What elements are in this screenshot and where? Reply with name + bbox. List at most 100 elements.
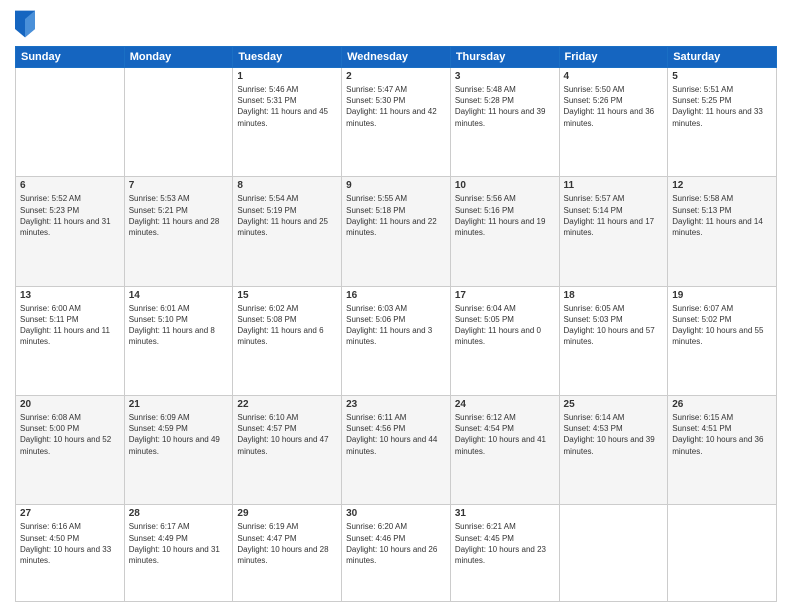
day-number: 25 <box>564 399 664 410</box>
weekday-header: Sunday <box>16 47 125 68</box>
calendar-cell: 11Sunrise: 5:57 AM Sunset: 5:14 PM Dayli… <box>559 177 668 286</box>
weekday-header: Thursday <box>450 47 559 68</box>
calendar-cell: 17Sunrise: 6:04 AM Sunset: 5:05 PM Dayli… <box>450 286 559 395</box>
day-number: 6 <box>20 180 120 191</box>
cell-content: Sunrise: 6:17 AM Sunset: 4:49 PM Dayligh… <box>129 521 229 566</box>
calendar-cell: 23Sunrise: 6:11 AM Sunset: 4:56 PM Dayli… <box>342 396 451 505</box>
day-number: 15 <box>237 290 337 301</box>
day-number: 26 <box>672 399 772 410</box>
calendar-cell: 2 Sunrise: 5:47 AM Sunset: 5:30 PM Daylig… <box>342 68 451 177</box>
day-number: 17 <box>455 290 555 301</box>
calendar-cell: 13 Sunrise: 6:00 AM Sunset: 5:11 PM Dayli… <box>16 286 125 395</box>
day-number: 16 <box>346 290 446 301</box>
calendar-cell: 12 Sunrise: 5:58 AM Sunset: 5:13 PM Dayli… <box>668 177 777 286</box>
weekday-header: Tuesday <box>233 47 342 68</box>
cell-content: Sunrise: 5:47 AM Sunset: 5:30 PM Dayligh… <box>346 84 446 129</box>
cell-content: Sunrise: 6:15 AM Sunset: 4:51 PM Dayligh… <box>672 412 772 457</box>
logo-icon <box>15 10 35 38</box>
day-number: 29 <box>237 508 337 519</box>
weekday-header: Wednesday <box>342 47 451 68</box>
weekday-header: Friday <box>559 47 668 68</box>
calendar-cell: 26 Sunrise: 6:15 AM Sunset: 4:51 PM Dayli… <box>668 396 777 505</box>
cell-content: Sunrise: 6:07 AM Sunset: 5:02 PM Dayligh… <box>672 303 772 348</box>
cell-content: Sunrise: 6:08 AM Sunset: 5:00 PM Dayligh… <box>20 412 120 457</box>
calendar-cell: 27 Sunrise: 6:16 AM Sunset: 4:50 PM Dayli… <box>16 505 125 602</box>
cell-content: Sunrise: 5:52 AM Sunset: 5:23 PM Dayligh… <box>20 193 120 238</box>
day-number: 7 <box>129 180 229 191</box>
calendar-cell: 29 Sunrise: 6:19 AM Sunset: 4:47 PM Dayli… <box>233 505 342 602</box>
cell-content: Sunrise: 5:53 AM Sunset: 5:21 PM Dayligh… <box>129 193 229 238</box>
calendar-row: 6 Sunrise: 5:52 AM Sunset: 5:23 PM Daylig… <box>16 177 777 286</box>
calendar-cell: 6 Sunrise: 5:52 AM Sunset: 5:23 PM Daylig… <box>16 177 125 286</box>
calendar-table: SundayMondayTuesdayWednesdayThursdayFrid… <box>15 46 777 602</box>
day-number: 18 <box>564 290 664 301</box>
day-number: 12 <box>672 180 772 191</box>
calendar-cell: 9 Sunrise: 5:55 AM Sunset: 5:18 PM Daylig… <box>342 177 451 286</box>
cell-content: Sunrise: 5:51 AM Sunset: 5:25 PM Dayligh… <box>672 84 772 129</box>
day-number: 3 <box>455 71 555 82</box>
day-number: 9 <box>346 180 446 191</box>
cell-content: Sunrise: 6:14 AM Sunset: 4:53 PM Dayligh… <box>564 412 664 457</box>
day-number: 23 <box>346 399 446 410</box>
weekday-header: Saturday <box>668 47 777 68</box>
calendar-cell: 15Sunrise: 6:02 AM Sunset: 5:08 PM Dayli… <box>233 286 342 395</box>
calendar-cell: 22 Sunrise: 6:10 AM Sunset: 4:57 PM Dayli… <box>233 396 342 505</box>
day-number: 21 <box>129 399 229 410</box>
day-number: 30 <box>346 508 446 519</box>
calendar-cell: 19 Sunrise: 6:07 AM Sunset: 5:02 PM Dayli… <box>668 286 777 395</box>
day-number: 2 <box>346 71 446 82</box>
calendar-page: SundayMondayTuesdayWednesdayThursdayFrid… <box>0 0 792 612</box>
cell-content: Sunrise: 5:55 AM Sunset: 5:18 PM Dayligh… <box>346 193 446 238</box>
cell-content: Sunrise: 5:57 AM Sunset: 5:14 PM Dayligh… <box>564 193 664 238</box>
calendar-cell <box>16 68 125 177</box>
cell-content: Sunrise: 6:00 AM Sunset: 5:11 PM Dayligh… <box>20 303 120 348</box>
cell-content: Sunrise: 6:12 AM Sunset: 4:54 PM Dayligh… <box>455 412 555 457</box>
cell-content: Sunrise: 5:56 AM Sunset: 5:16 PM Dayligh… <box>455 193 555 238</box>
day-number: 22 <box>237 399 337 410</box>
calendar-cell <box>668 505 777 602</box>
calendar-cell <box>559 505 668 602</box>
cell-content: Sunrise: 6:03 AM Sunset: 5:06 PM Dayligh… <box>346 303 446 348</box>
calendar-row: 13 Sunrise: 6:00 AM Sunset: 5:11 PM Dayli… <box>16 286 777 395</box>
day-number: 24 <box>455 399 555 410</box>
cell-content: Sunrise: 6:16 AM Sunset: 4:50 PM Dayligh… <box>20 521 120 566</box>
day-number: 1 <box>237 71 337 82</box>
calendar-cell: 1 Sunrise: 5:46 AM Sunset: 5:31 PM Daylig… <box>233 68 342 177</box>
day-number: 31 <box>455 508 555 519</box>
calendar-cell: 16 Sunrise: 6:03 AM Sunset: 5:06 PM Dayli… <box>342 286 451 395</box>
calendar-cell: 3Sunrise: 5:48 AM Sunset: 5:28 PM Daylig… <box>450 68 559 177</box>
cell-content: Sunrise: 6:19 AM Sunset: 4:47 PM Dayligh… <box>237 521 337 566</box>
calendar-cell: 20Sunrise: 6:08 AM Sunset: 5:00 PM Dayli… <box>16 396 125 505</box>
calendar-cell: 8Sunrise: 5:54 AM Sunset: 5:19 PM Daylig… <box>233 177 342 286</box>
cell-content: Sunrise: 5:46 AM Sunset: 5:31 PM Dayligh… <box>237 84 337 129</box>
day-number: 27 <box>20 508 120 519</box>
header <box>15 10 777 38</box>
cell-content: Sunrise: 6:01 AM Sunset: 5:10 PM Dayligh… <box>129 303 229 348</box>
day-number: 4 <box>564 71 664 82</box>
calendar-cell: 21 Sunrise: 6:09 AM Sunset: 4:59 PM Dayli… <box>124 396 233 505</box>
day-number: 28 <box>129 508 229 519</box>
day-number: 19 <box>672 290 772 301</box>
cell-content: Sunrise: 6:09 AM Sunset: 4:59 PM Dayligh… <box>129 412 229 457</box>
cell-content: Sunrise: 6:10 AM Sunset: 4:57 PM Dayligh… <box>237 412 337 457</box>
calendar-cell: 14Sunrise: 6:01 AM Sunset: 5:10 PM Dayli… <box>124 286 233 395</box>
logo <box>15 10 39 38</box>
header-row: SundayMondayTuesdayWednesdayThursdayFrid… <box>16 47 777 68</box>
calendar-cell: 31 Sunrise: 6:21 AM Sunset: 4:45 PM Dayli… <box>450 505 559 602</box>
cell-content: Sunrise: 6:21 AM Sunset: 4:45 PM Dayligh… <box>455 521 555 566</box>
cell-content: Sunrise: 5:58 AM Sunset: 5:13 PM Dayligh… <box>672 193 772 238</box>
cell-content: Sunrise: 5:54 AM Sunset: 5:19 PM Dayligh… <box>237 193 337 238</box>
cell-content: Sunrise: 5:50 AM Sunset: 5:26 PM Dayligh… <box>564 84 664 129</box>
calendar-cell: 28 Sunrise: 6:17 AM Sunset: 4:49 PM Dayli… <box>124 505 233 602</box>
calendar-cell: 5 Sunrise: 5:51 AM Sunset: 5:25 PM Daylig… <box>668 68 777 177</box>
calendar-header: SundayMondayTuesdayWednesdayThursdayFrid… <box>16 47 777 68</box>
calendar-cell: 24 Sunrise: 6:12 AM Sunset: 4:54 PM Dayli… <box>450 396 559 505</box>
calendar-cell: 18 Sunrise: 6:05 AM Sunset: 5:03 PM Dayli… <box>559 286 668 395</box>
calendar-row: 1 Sunrise: 5:46 AM Sunset: 5:31 PM Daylig… <box>16 68 777 177</box>
day-number: 13 <box>20 290 120 301</box>
calendar-row: 20Sunrise: 6:08 AM Sunset: 5:00 PM Dayli… <box>16 396 777 505</box>
day-number: 5 <box>672 71 772 82</box>
calendar-row: 27 Sunrise: 6:16 AM Sunset: 4:50 PM Dayli… <box>16 505 777 602</box>
calendar-cell: 30Sunrise: 6:20 AM Sunset: 4:46 PM Dayli… <box>342 505 451 602</box>
cell-content: Sunrise: 6:05 AM Sunset: 5:03 PM Dayligh… <box>564 303 664 348</box>
